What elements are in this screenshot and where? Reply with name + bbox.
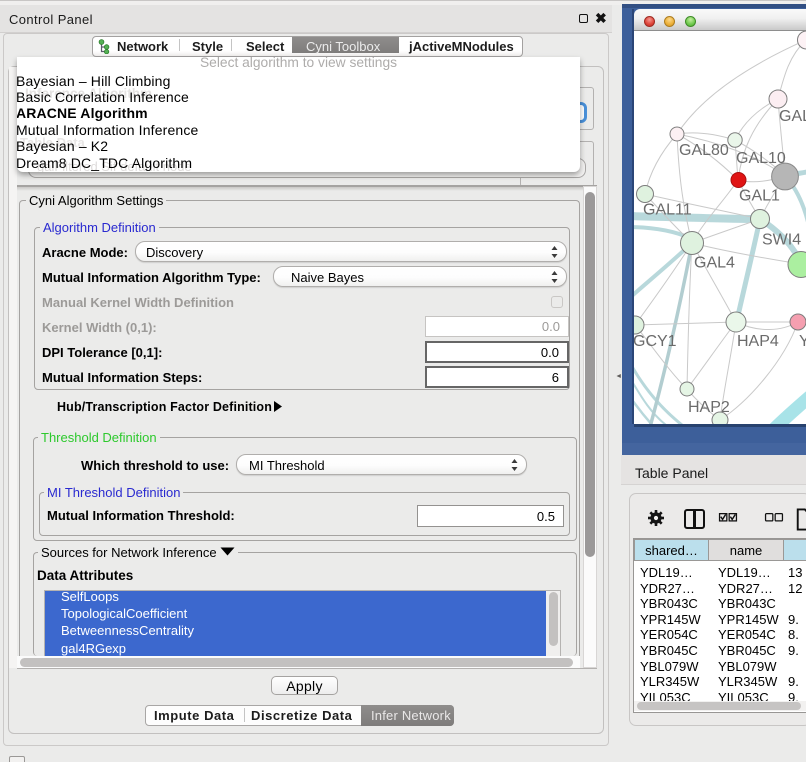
svg-text:GAL80: GAL80: [679, 142, 729, 159]
svg-text:GAL1: GAL1: [739, 188, 780, 205]
svg-text:Y: Y: [799, 333, 806, 350]
svg-text:HAP4: HAP4: [737, 333, 779, 350]
svg-text:GAL11: GAL11: [643, 202, 692, 219]
svg-text:GCY1: GCY1: [634, 333, 677, 350]
svg-text:GAL10: GAL10: [736, 150, 786, 167]
svg-text:GAL8: GAL8: [779, 108, 806, 125]
svg-text:HAP2: HAP2: [688, 399, 730, 416]
svg-text:GAL4: GAL4: [694, 255, 735, 272]
svg-text:SWI4: SWI4: [762, 232, 801, 249]
